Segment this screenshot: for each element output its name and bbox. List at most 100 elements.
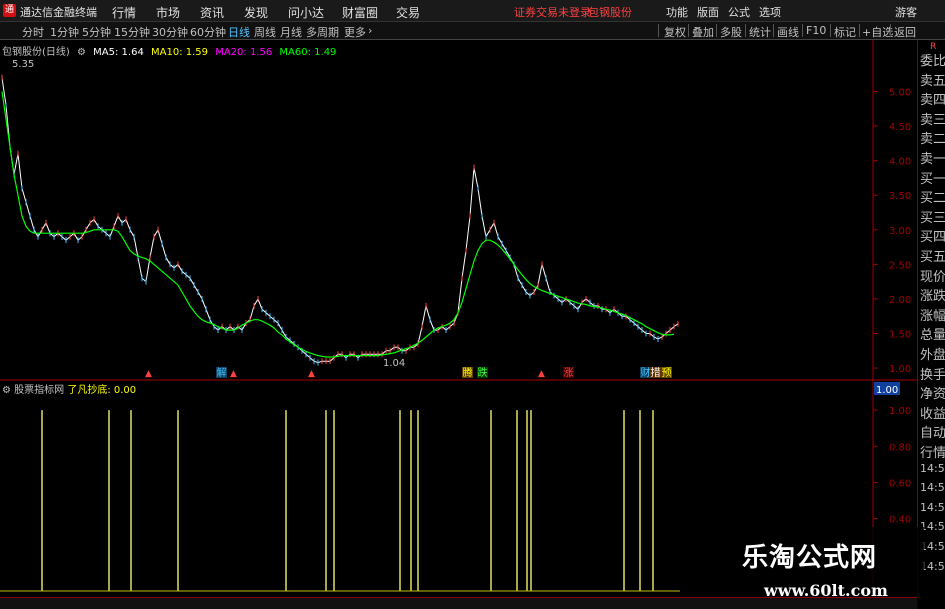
event-marker[interactable]: 措 xyxy=(651,366,661,379)
period-60min[interactable]: 60分钟 xyxy=(190,24,226,40)
toolbar-divider xyxy=(773,24,774,37)
login-notice[interactable]: 证券交易未登录 xyxy=(514,4,591,20)
quote-panel-item: 买一 xyxy=(920,171,945,186)
period-1min[interactable]: 1分钟 xyxy=(50,24,79,40)
toolbar-divider xyxy=(802,24,803,37)
quote-panel-item: 涨跌 xyxy=(920,289,945,304)
quote-panel-item: 14:50 xyxy=(920,461,945,475)
period-5min[interactable]: 5分钟 xyxy=(82,24,111,40)
period-multi[interactable]: 多周期 xyxy=(306,24,339,40)
period-weekly[interactable]: 周线 xyxy=(254,24,276,40)
add-watchlist-button[interactable]: +自选 xyxy=(862,24,893,40)
event-marker[interactable]: 财 xyxy=(641,366,651,379)
toolbar-divider xyxy=(745,24,746,37)
chevron-right-icon[interactable]: › xyxy=(368,24,372,37)
price-tick-label: 3.50 xyxy=(889,191,911,202)
price-tick-label: 5.00 xyxy=(889,87,911,98)
app-title: 通达信金融终端 xyxy=(20,6,97,19)
menu-formula[interactable]: 公式 xyxy=(728,4,750,20)
indicator-formula: 了凡抄底: 0.00 xyxy=(67,385,137,396)
quote-panel-item: 买四 xyxy=(920,230,945,245)
quote-panel-item: 买二 xyxy=(920,191,945,206)
ma5-label: MA5: 1.64 xyxy=(93,47,144,58)
toolbar-divider xyxy=(890,24,891,37)
period-toolbar: 分时 1分钟 5分钟 15分钟 30分钟 60分钟 日线 周线 月线 多周期 更… xyxy=(0,22,945,40)
menu-news[interactable]: 资讯 xyxy=(200,4,224,21)
price-axis: 5.00 4.50 4.00 3.50 3.00 2.50 2.00 1.50 1.00 xyxy=(873,87,911,375)
quote-panel-item: 卖四 xyxy=(920,93,945,108)
chart-header: 包钢股份(日线) ⚙ MA5: 1.64 MA10: 1.59 MA20: 1.… xyxy=(2,43,340,58)
indicator-header: ⚙ 股票指标网 了凡抄底: 0.00 xyxy=(2,381,136,396)
price-tick-label: 4.00 xyxy=(889,157,911,168)
quote-panel-item: 买五 xyxy=(920,250,945,264)
menu-market[interactable]: 市场 xyxy=(156,4,180,21)
period-15min[interactable]: 15分钟 xyxy=(114,24,150,40)
ma20-label: MA20: 1.56 xyxy=(215,47,273,58)
ma60-label: MA60: 1.49 xyxy=(279,47,337,58)
tdx-logo-icon: 通 xyxy=(3,4,16,17)
settings-gear-icon[interactable]: ⚙ xyxy=(2,385,11,396)
menu-wealth[interactable]: 财富圈 xyxy=(342,4,378,21)
indicator-bars xyxy=(41,410,654,591)
indicator-current-value: 1.00 xyxy=(876,385,898,396)
menu-layout[interactable]: 版面 xyxy=(697,4,719,20)
period-30min[interactable]: 30分钟 xyxy=(152,24,188,40)
watermark-title: 乐淘公式网 xyxy=(742,543,878,573)
period-monthly[interactable]: 月线 xyxy=(280,24,302,40)
toolbar-divider xyxy=(688,24,689,37)
event-marker[interactable]: 解 xyxy=(217,366,227,379)
mark-button[interactable]: 标记 xyxy=(834,24,856,40)
stock-title: 包钢股份(日线) xyxy=(2,47,70,58)
price-tick-label: 3.00 xyxy=(889,226,911,237)
back-button[interactable]: 返回 xyxy=(894,24,916,40)
menu-function[interactable]: 功能 xyxy=(666,4,688,20)
overlay-button[interactable]: 叠加 xyxy=(692,24,714,40)
price-series xyxy=(1,74,679,366)
quote-panel-item: 委比 xyxy=(920,54,945,68)
indicator-tick-label: 0.60 xyxy=(889,478,911,489)
menu-ask[interactable]: 问小达 xyxy=(288,4,324,21)
ma10-label: MA10: 1.59 xyxy=(151,47,209,58)
small-event-marker: ▲ xyxy=(230,369,237,379)
event-marker[interactable]: 跌 xyxy=(478,366,488,379)
adjust-button[interactable]: 复权 xyxy=(664,24,686,40)
settings-gear-icon[interactable]: ⚙ xyxy=(77,47,86,58)
period-more[interactable]: 更多 xyxy=(344,24,366,40)
event-marker[interactable]: 涨 xyxy=(564,367,574,379)
series-line-close xyxy=(1,77,679,364)
quote-panel-item: 现价 xyxy=(920,269,945,284)
high-price-label: 5.35 xyxy=(12,59,34,70)
f10-button[interactable]: F10 xyxy=(806,24,826,37)
quote-panel-item: 净资 xyxy=(920,387,945,402)
quote-panel-item: 换手 xyxy=(920,367,945,382)
small-event-marker: ▲ xyxy=(308,369,315,379)
period-daily[interactable]: 日线 xyxy=(228,24,250,40)
series-line-ma60 xyxy=(1,91,675,358)
price-tick-label: 2.50 xyxy=(889,260,911,271)
menu-quotes[interactable]: 行情 xyxy=(112,4,136,21)
quote-panel-item: 总量 xyxy=(920,328,945,343)
draw-button[interactable]: 画线 xyxy=(777,24,799,40)
stats-button[interactable]: 统计 xyxy=(749,24,771,40)
menu-trade[interactable]: 交易 xyxy=(396,4,420,21)
price-tick-label: 1.00 xyxy=(889,364,911,375)
indicator-tick-label: 1.00 xyxy=(889,406,911,417)
quote-panel-item: 行情 xyxy=(920,446,945,460)
stock-name-link[interactable]: 包钢股份 xyxy=(588,4,632,20)
quote-panel-item: 卖一 xyxy=(920,152,945,166)
guest-label[interactable]: 游客 xyxy=(895,4,917,20)
event-marker[interactable]: 腾 xyxy=(463,366,473,379)
menu-options[interactable]: 选项 xyxy=(759,4,781,20)
quote-side-panel: R 委比 卖五 卖四 卖三 卖二 卖一 买一 买二 买三 买四 买五 现价 涨跌 涨幅 总量 外盘 换手 净资 收益… xyxy=(917,40,945,609)
bottom-bar xyxy=(0,597,917,609)
period-tick[interactable]: 分时 xyxy=(22,24,44,40)
event-marker[interactable]: 预 xyxy=(662,367,672,379)
kline-chart[interactable]: 5.00 4.50 4.00 3.50 3.00 2.50 2.00 1.50 1.00 5.3… xyxy=(0,40,917,609)
event-markers: 解 腾跌 涨 财措预 ▲ ▲ ▲ ▲ xyxy=(145,366,672,379)
menu-discover[interactable]: 发现 xyxy=(244,4,268,21)
toolbar-divider xyxy=(658,24,659,37)
top-menu-bar: 通 通达信金融终端 行情 市场 资讯 发现 问小达 财富圈 交易 证券交易未登录… xyxy=(0,0,945,22)
quote-panel-item: 外盘 xyxy=(920,348,945,362)
quote-panel-item: 卖三 xyxy=(920,112,945,127)
multi-stock-button[interactable]: 多股 xyxy=(720,24,742,40)
